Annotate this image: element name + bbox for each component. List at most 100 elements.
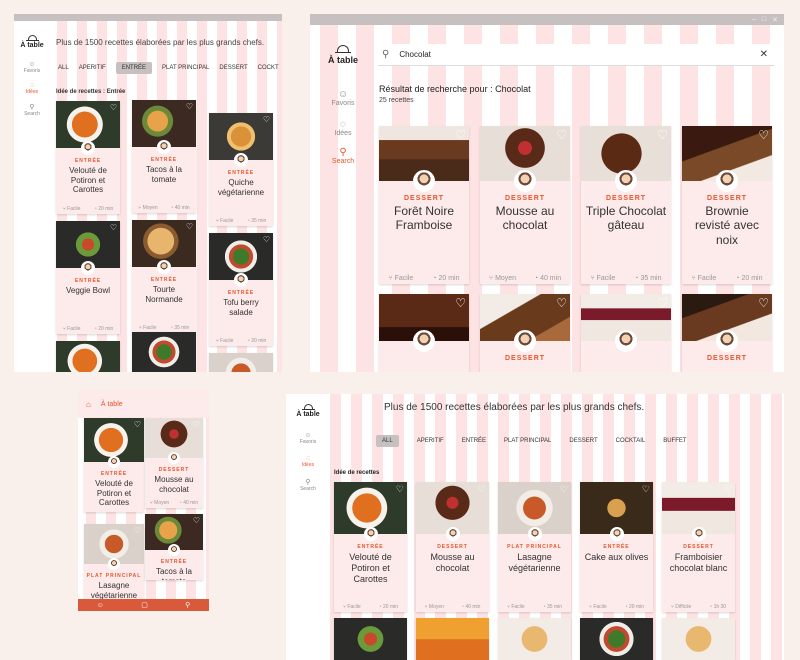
recipe-card[interactable] xyxy=(209,353,273,372)
heart-icon[interactable]: ♡ xyxy=(657,297,668,309)
recipe-card[interactable]: ♡ ENTRÉE Veggie Bowl ⑂ Facile ◔ 20 min xyxy=(56,221,120,334)
tab-entr-e[interactable]: ENTRÉE xyxy=(462,438,486,444)
heart-icon[interactable]: ♡ xyxy=(560,485,568,494)
recipe-card[interactable]: ♡ ENTRÉE Velouté de Potiron et Carottes ⑂ F… xyxy=(334,482,407,612)
recipe-card[interactable]: ♡ DESSERT Mousse au chocolat ⑂ Moyen ◔ 40 mi… xyxy=(480,126,570,284)
tab-cocktail[interactable]: COCKTAIL xyxy=(616,438,646,444)
recipe-card[interactable]: ♡ ENTRÉE Velouté de Potiron et Carottes ⑂ F… xyxy=(56,101,120,214)
recipe-card[interactable]: ♡ DESSERT Mousse au chocolat ⑂ Moyen ◔ 40 mi… xyxy=(145,418,203,508)
recipe-card[interactable]: ♡ xyxy=(581,294,671,372)
heart-icon[interactable]: ♡ xyxy=(186,223,193,231)
recipe-card[interactable] xyxy=(580,618,653,660)
heart-icon[interactable]: ♡ xyxy=(263,236,270,244)
nav-idees[interactable]: ◌ Idées xyxy=(302,455,314,468)
window-titlebar[interactable] xyxy=(14,14,282,21)
recipe-card[interactable] xyxy=(56,341,120,372)
recipe-card[interactable]: ♡ DESSERT Mousse au chocolat ⑂ Moyen ◔ 40 mi… xyxy=(416,482,489,612)
time-label: 1h 30 xyxy=(713,604,727,610)
tab-aperitif[interactable]: APERITIF xyxy=(417,438,444,444)
recipe-card[interactable]: ♡ DESSERT Triple Chocolat gâteau ⑂ Facile ◔ … xyxy=(581,126,671,284)
nav-search[interactable]: ⚲ Search xyxy=(300,478,316,492)
heart-icon[interactable]: ♡ xyxy=(263,116,270,124)
chef-icon[interactable]: ☺ xyxy=(97,602,104,609)
recipe-card[interactable]: ♡ENTRÉETacos à la tomate xyxy=(145,514,203,580)
app-logo[interactable]: À table xyxy=(296,404,320,418)
heart-icon[interactable]: ♡ xyxy=(134,421,141,429)
app-logo[interactable]: À table xyxy=(20,35,44,49)
clear-search-icon[interactable]: ✕ xyxy=(760,49,768,60)
heart-icon[interactable]: ♡ xyxy=(556,297,567,309)
chef-avatar xyxy=(157,140,171,154)
heart-icon[interactable]: ♡ xyxy=(193,421,200,429)
heart-icon[interactable]: ♡ xyxy=(724,485,732,494)
tab-all[interactable]: ALL xyxy=(58,65,69,71)
tab-all[interactable]: ALL xyxy=(376,435,399,447)
time-label: 35 min xyxy=(547,604,563,610)
heart-icon[interactable]: ♡ xyxy=(455,297,466,309)
tab-dessert[interactable]: DESSERT xyxy=(569,438,597,444)
maximize-icon[interactable]: □ xyxy=(762,16,766,23)
nav-favoris[interactable]: ☺ Favoris xyxy=(300,432,316,445)
idea-icon[interactable]: ▢ xyxy=(141,601,148,609)
tab-plat-principal[interactable]: PLAT PRINCIPAL xyxy=(504,438,551,444)
recipe-card[interactable] xyxy=(662,618,735,660)
nav-idees[interactable]: ◌ Idées xyxy=(334,119,351,137)
recipe-card[interactable]: ♡ ENTRÉE Cake aux olives ⑂ Facile ◔ 20 min xyxy=(580,482,653,612)
tab-dessert[interactable]: DESSERT xyxy=(219,65,247,71)
recipe-card[interactable]: ♡ DESSERT xyxy=(480,294,570,372)
heart-icon[interactable]: ♡ xyxy=(758,129,769,141)
recipe-card[interactable] xyxy=(334,618,407,660)
recipe-title: Tourte Normande xyxy=(145,285,183,304)
search-bar[interactable]: ⚲ Chocolat ✕ xyxy=(378,44,774,66)
recipe-meta: ⑂ Facile ◔ 20 min xyxy=(379,275,469,282)
search-input[interactable]: Chocolat xyxy=(399,50,431,59)
heart-icon[interactable]: ♡ xyxy=(193,517,200,525)
heart-icon[interactable]: ♡ xyxy=(396,485,404,494)
recipe-card[interactable]: ♡ ENTRÉE Quiche végétarienne ⑂ Facile ◔ 35 m… xyxy=(209,113,273,226)
tab-buffet[interactable]: BUFFET xyxy=(663,438,686,444)
recipe-card[interactable] xyxy=(498,618,571,660)
time-label: 20 min xyxy=(98,206,114,212)
recipe-card[interactable]: ♡ xyxy=(379,294,469,372)
tab-cockt[interactable]: COCKT xyxy=(258,65,279,71)
app-logo[interactable]: À table xyxy=(328,45,358,65)
recipe-card[interactable] xyxy=(416,618,489,660)
search-icon[interactable]: ⚲ xyxy=(185,601,190,609)
window-titlebar[interactable]: – □ ✕ xyxy=(310,14,784,25)
time-label: 35 min xyxy=(251,218,267,224)
mobile-bottom-nav: ☺ ▢ ⚲ xyxy=(78,599,209,611)
recipe-card[interactable]: ♡ PLAT PRINCIPAL Lasagne végétarienne xyxy=(84,524,144,611)
nav-search[interactable]: ⚲ Search xyxy=(332,147,354,165)
recipe-card[interactable]: ♡ PLAT PRINCIPAL Lasagne végétarienne ⑂ Fac… xyxy=(498,482,571,612)
tab-aperitif[interactable]: APERITIF xyxy=(79,65,106,71)
heart-icon[interactable]: ♡ xyxy=(110,104,117,112)
recipe-card[interactable]: ♡ DESSERT Framboisier chocolat blanc ⑂ Diff… xyxy=(662,482,735,612)
heart-icon[interactable]: ♡ xyxy=(758,297,769,309)
recipe-card[interactable]: ♡ ENTRÉE Tacos à la tomate ⑂ Moyen ◔ 40 min xyxy=(132,100,196,213)
recipe-card[interactable]: ♡ DESSERT xyxy=(682,294,772,372)
nav-idees[interactable]: ◌ Idées xyxy=(26,82,38,95)
section-title: Idée de recettes : Entrée xyxy=(56,89,126,95)
tab-plat-principal[interactable]: PLAT PRINCIPAL xyxy=(162,65,209,71)
nav-favoris[interactable]: ☺ Favoris xyxy=(332,89,355,107)
heart-icon[interactable]: ♡ xyxy=(642,485,650,494)
chef-avatar xyxy=(413,170,435,192)
minimize-icon[interactable]: – xyxy=(752,16,756,23)
recipe-card[interactable]: ♡ DESSERT Forêt Noire Framboise ⑂ Facile ◔ 2… xyxy=(379,126,469,284)
heart-icon[interactable]: ♡ xyxy=(478,485,486,494)
heart-icon[interactable]: ♡ xyxy=(455,129,466,141)
recipe-card[interactable]: ♡ ENTRÉE Tofu berry salade ⑂ Facile ◔ 20 min xyxy=(209,233,273,346)
heart-icon[interactable]: ♡ xyxy=(186,103,193,111)
heart-icon[interactable]: ♡ xyxy=(134,527,141,535)
tab-entr-e[interactable]: ENTRÉE xyxy=(115,62,153,74)
nav-favoris[interactable]: ☺ Favoris xyxy=(24,61,40,74)
recipe-card[interactable]: ♡ DESSERT Brownie revisté avec noix ⑂ Facil… xyxy=(682,126,772,284)
recipe-card[interactable]: ♡ ENTRÉE Tourte Normande ⑂ Facile ◔ 35 min xyxy=(132,220,196,333)
nav-search[interactable]: ⚲ Search xyxy=(24,103,40,117)
recipe-card[interactable] xyxy=(132,332,196,372)
close-window-icon[interactable]: ✕ xyxy=(772,16,778,24)
heart-icon[interactable]: ♡ xyxy=(657,129,668,141)
heart-icon[interactable]: ♡ xyxy=(556,129,567,141)
heart-icon[interactable]: ♡ xyxy=(110,224,117,232)
recipe-card[interactable]: ♡ ENTRÉE Velouté de Potiron et Carottes xyxy=(84,418,144,512)
